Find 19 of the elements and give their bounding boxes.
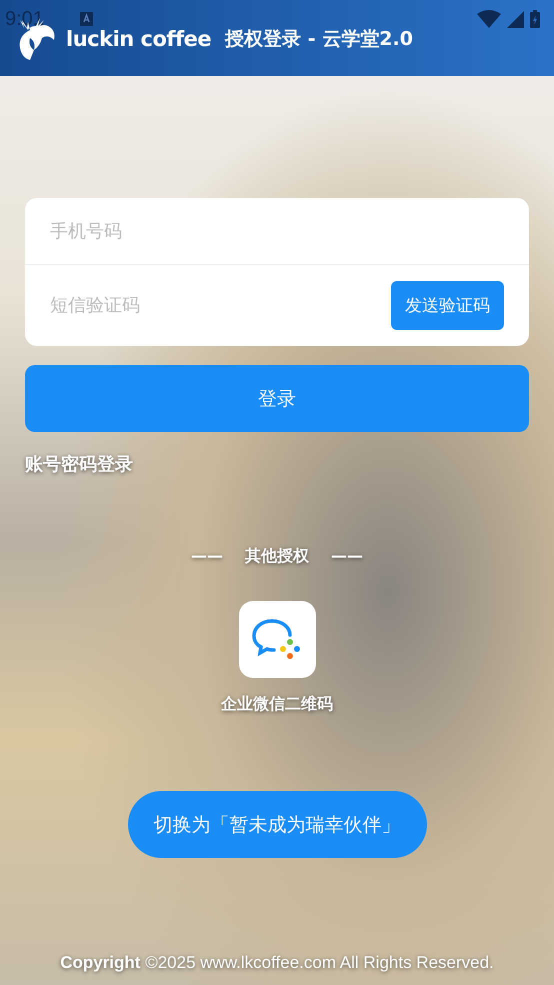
battery-icon [530,10,540,28]
other-auth-title: 其他授权 [245,546,309,567]
notification-icon [80,12,93,26]
copyright-text: Copyright ©2025 www.lkcoffee.com All Rights Reserved. [59,953,495,973]
dash-divider: —— [191,546,223,567]
brand-name: luckin coffee [66,27,212,51]
sms-code-input-field[interactable]: 短信验证码 发送验证码 [25,265,529,346]
status-time: 9:01 [5,8,44,30]
page-title: 授权登录 - 云学堂2.0 [225,27,413,52]
send-code-button[interactable]: 发送验证码 [391,281,504,330]
wecom-qr-button[interactable]: 企业微信二维码 [221,601,333,715]
switch-identity-button[interactable]: 切换为「暂未成为瑞幸伙伴」 [128,791,426,858]
login-button[interactable]: 登录 [25,365,529,432]
phone-input-field[interactable]: 手机号码 [25,198,529,265]
chat-bubble-icon [252,618,302,662]
dash-divider: —— [331,546,363,567]
wifi-icon [477,10,501,28]
password-login-link[interactable]: 账号密码登录 [25,452,133,476]
signal-icon [507,10,524,28]
